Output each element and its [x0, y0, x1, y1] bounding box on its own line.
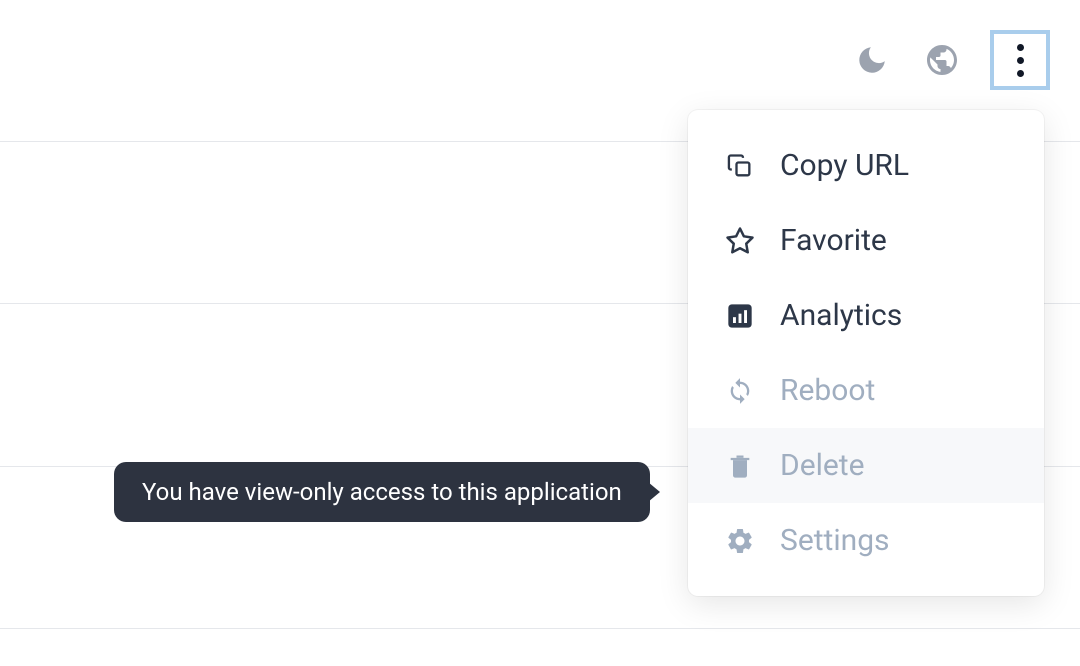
menu-item-label: Delete [780, 448, 865, 483]
settings-item: Settings [688, 503, 1044, 578]
favorite-item[interactable]: Favorite [688, 203, 1044, 278]
more-options-button[interactable] [990, 30, 1050, 90]
moon-icon [855, 43, 889, 77]
access-tooltip: You have view-only access to this applic… [114, 462, 650, 522]
globe-icon [924, 42, 960, 78]
more-vertical-icon [1017, 44, 1024, 77]
topbar [850, 30, 1050, 90]
tooltip-text: You have view-only access to this applic… [142, 478, 622, 506]
analytics-icon [724, 300, 756, 332]
globe-button[interactable] [920, 38, 964, 82]
star-icon [724, 225, 756, 257]
menu-item-label: Favorite [780, 223, 887, 258]
menu-item-label: Reboot [780, 373, 875, 408]
delete-item: Delete [688, 428, 1044, 503]
trash-icon [724, 450, 756, 482]
theme-toggle-button[interactable] [850, 38, 894, 82]
menu-item-label: Settings [780, 523, 890, 558]
divider [0, 628, 1080, 629]
copy-url-item[interactable]: Copy URL [688, 128, 1044, 203]
menu-item-label: Copy URL [780, 148, 909, 183]
reboot-item: Reboot [688, 353, 1044, 428]
options-dropdown: Copy URL Favorite Analytics Reboot [688, 110, 1044, 596]
copy-icon [724, 150, 756, 182]
analytics-item[interactable]: Analytics [688, 278, 1044, 353]
menu-item-label: Analytics [780, 298, 902, 333]
gear-icon [724, 525, 756, 557]
refresh-icon [724, 375, 756, 407]
